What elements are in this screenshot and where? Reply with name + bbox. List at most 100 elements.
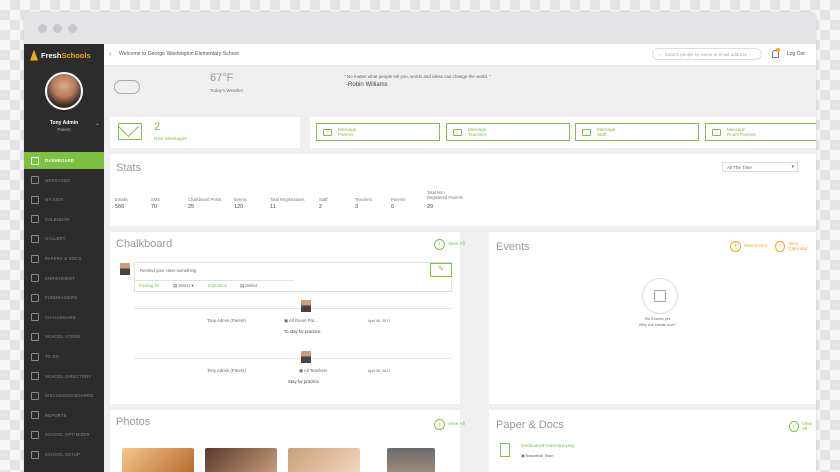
- sidebar-item-label: Reports: [45, 412, 67, 418]
- weather-temp: 67°F: [210, 72, 234, 84]
- sidebar-item-dashboard[interactable]: Dashboard: [24, 152, 104, 169]
- dashboard-icon: [31, 156, 39, 165]
- sidebar-item-to-do[interactable]: To Do: [24, 348, 104, 365]
- sidebar-item-calendar[interactable]: Calendar: [24, 211, 104, 228]
- chat-icon: [31, 391, 39, 400]
- window-maximize-dot[interactable]: [68, 24, 77, 33]
- photo-thumbnail[interactable]: [387, 448, 435, 472]
- sidebar-item-papers-docs[interactable]: Papers & Docs: [24, 250, 104, 267]
- stat-label: Events: [234, 197, 247, 202]
- msg-btn-line2: Staff: [597, 132, 607, 137]
- photo-thumbnail[interactable]: [122, 448, 194, 472]
- graduation-cap-icon: [453, 128, 462, 136]
- post-recipients: ▣ All Room Par...: [284, 318, 318, 324]
- view-calendar-link[interactable]: › View Calendar: [775, 241, 816, 252]
- arrow-right-icon: ›: [789, 421, 799, 432]
- sidebar-item-label: Gallery: [45, 236, 66, 242]
- stat-label: Total Non Registered Parents: [427, 190, 463, 200]
- sidebar-item-school-setup[interactable]: School Setup: [24, 446, 104, 463]
- back-chevron-icon[interactable]: ‹: [109, 49, 112, 58]
- author-avatar: [301, 351, 311, 363]
- parents-icon: [323, 128, 332, 136]
- logout-link[interactable]: Log Out: [787, 51, 805, 57]
- stats-range-select[interactable]: All The Time: [722, 162, 798, 172]
- expiration-select[interactable]: ▤ Select: [240, 283, 257, 289]
- stats-title: Stats: [116, 162, 142, 174]
- setup-icon: [31, 450, 39, 459]
- trend-icon: [31, 293, 39, 302]
- sidebar-item-enrichment[interactable]: Enrichment: [24, 270, 104, 287]
- window-close-dot[interactable]: [38, 24, 47, 33]
- events-empty-line1: No Events yet.: [645, 316, 672, 321]
- empty-calendar-icon: [642, 278, 678, 314]
- logo[interactable]: FreshSchools: [30, 48, 91, 62]
- avatar[interactable]: [45, 72, 83, 110]
- search-input[interactable]: ○ Search people by name or email address: [652, 48, 762, 60]
- message-teachers-button[interactable]: Message Teachers: [446, 123, 570, 141]
- file-link[interactable]: DedicatedPostsView.png: [521, 444, 574, 449]
- message-staff-button[interactable]: Message Staff: [575, 123, 699, 141]
- app-window: FreshSchools Tony Admin Parent ⌄ Dashboa…: [24, 12, 816, 472]
- posting-for-select[interactable]: ▤ Select ▾: [173, 283, 194, 289]
- gallery-icon: [31, 234, 39, 243]
- sidebar-item-my-kids[interactable]: My Kids: [24, 191, 104, 208]
- plus-icon: +: [730, 241, 741, 252]
- photo-thumbnail[interactable]: [205, 448, 277, 472]
- chevron-down-icon[interactable]: ⌄: [95, 120, 100, 127]
- sidebar-item-label: Discussion Boards: [45, 393, 94, 399]
- view-all-label: View All: [448, 422, 465, 427]
- sidebar-item-discussion-boards[interactable]: Discussion Boards: [24, 387, 104, 404]
- file-team: ▣ Basketball Team: [521, 453, 553, 458]
- sidebar-item-label: Chalkboard: [45, 314, 76, 320]
- chalkboard-view-all[interactable]: › View All: [434, 239, 465, 250]
- sidebar-item-label: Calendar: [45, 216, 70, 222]
- sidebar-item-label: School Optimizer: [45, 432, 90, 438]
- sidebar-item-gallery[interactable]: Gallery: [24, 230, 104, 247]
- file-icon: [500, 443, 510, 457]
- pencil-icon: [31, 313, 39, 322]
- composer-input[interactable]: Remind your class something: [140, 268, 196, 273]
- posting-for-label: Posting for: [139, 283, 160, 288]
- logo-text-a: Fresh: [41, 50, 62, 60]
- new-event-label: New Event: [744, 244, 768, 249]
- sidebar-item-chalkboard[interactable]: Chalkboard: [24, 309, 104, 326]
- message-parents-button[interactable]: Message Parents: [316, 123, 440, 141]
- events-title: Events: [496, 241, 530, 253]
- stat-label: Teachers: [355, 197, 372, 202]
- sidebar-item-messages[interactable]: Messages: [24, 172, 104, 189]
- stat-value: 11: [270, 204, 276, 210]
- stat-value: 25: [188, 204, 195, 210]
- papers-title: Paper & Docs: [496, 419, 564, 431]
- sidebar-item-reports[interactable]: Reports: [24, 407, 104, 424]
- messages-card[interactable]: 2 New Messages: [110, 117, 300, 148]
- sidebar-item-label: Dashboard: [45, 158, 75, 163]
- photos-view-all[interactable]: › View All: [434, 419, 465, 430]
- photo-thumbnail[interactable]: [288, 448, 360, 472]
- stat-value: 70: [151, 204, 158, 210]
- user-role: Parent: [57, 127, 71, 132]
- message-room-parents-button[interactable]: Message Room Parents: [705, 123, 816, 141]
- window-minimize-dot[interactable]: [53, 24, 62, 33]
- post-body: Stay for practice: [288, 379, 320, 384]
- sidebar-item-label: Fundraisers: [45, 295, 78, 301]
- staff-icon: [582, 128, 591, 136]
- sidebar-item-school-optimizer[interactable]: School Optimizer: [24, 426, 104, 443]
- stat-value: 3: [355, 204, 359, 210]
- papers-view-all[interactable]: › View All: [789, 421, 816, 432]
- post-date: April 06, 2017: [368, 369, 391, 373]
- store-icon: [31, 332, 39, 341]
- envelope-icon: [31, 176, 39, 185]
- reports-icon: [31, 411, 39, 420]
- file-team-text: Basketball Team: [525, 454, 554, 458]
- stat-label: SMS: [151, 197, 161, 202]
- calendar-icon: [31, 215, 39, 224]
- sidebar-item-school-directory[interactable]: School Directory: [24, 368, 104, 385]
- pencil-button[interactable]: ✎: [430, 263, 452, 277]
- post-recipients: ▣ All Teachers: [299, 368, 327, 374]
- todo-icon: [31, 352, 39, 361]
- new-event-button[interactable]: + New Event: [730, 241, 767, 252]
- post-recipients-text: All Room Par...: [289, 318, 318, 323]
- author-avatar: [301, 300, 311, 312]
- sidebar-item-fundraisers[interactable]: Fundraisers: [24, 289, 104, 306]
- sidebar-item-school-store[interactable]: School Store: [24, 328, 104, 345]
